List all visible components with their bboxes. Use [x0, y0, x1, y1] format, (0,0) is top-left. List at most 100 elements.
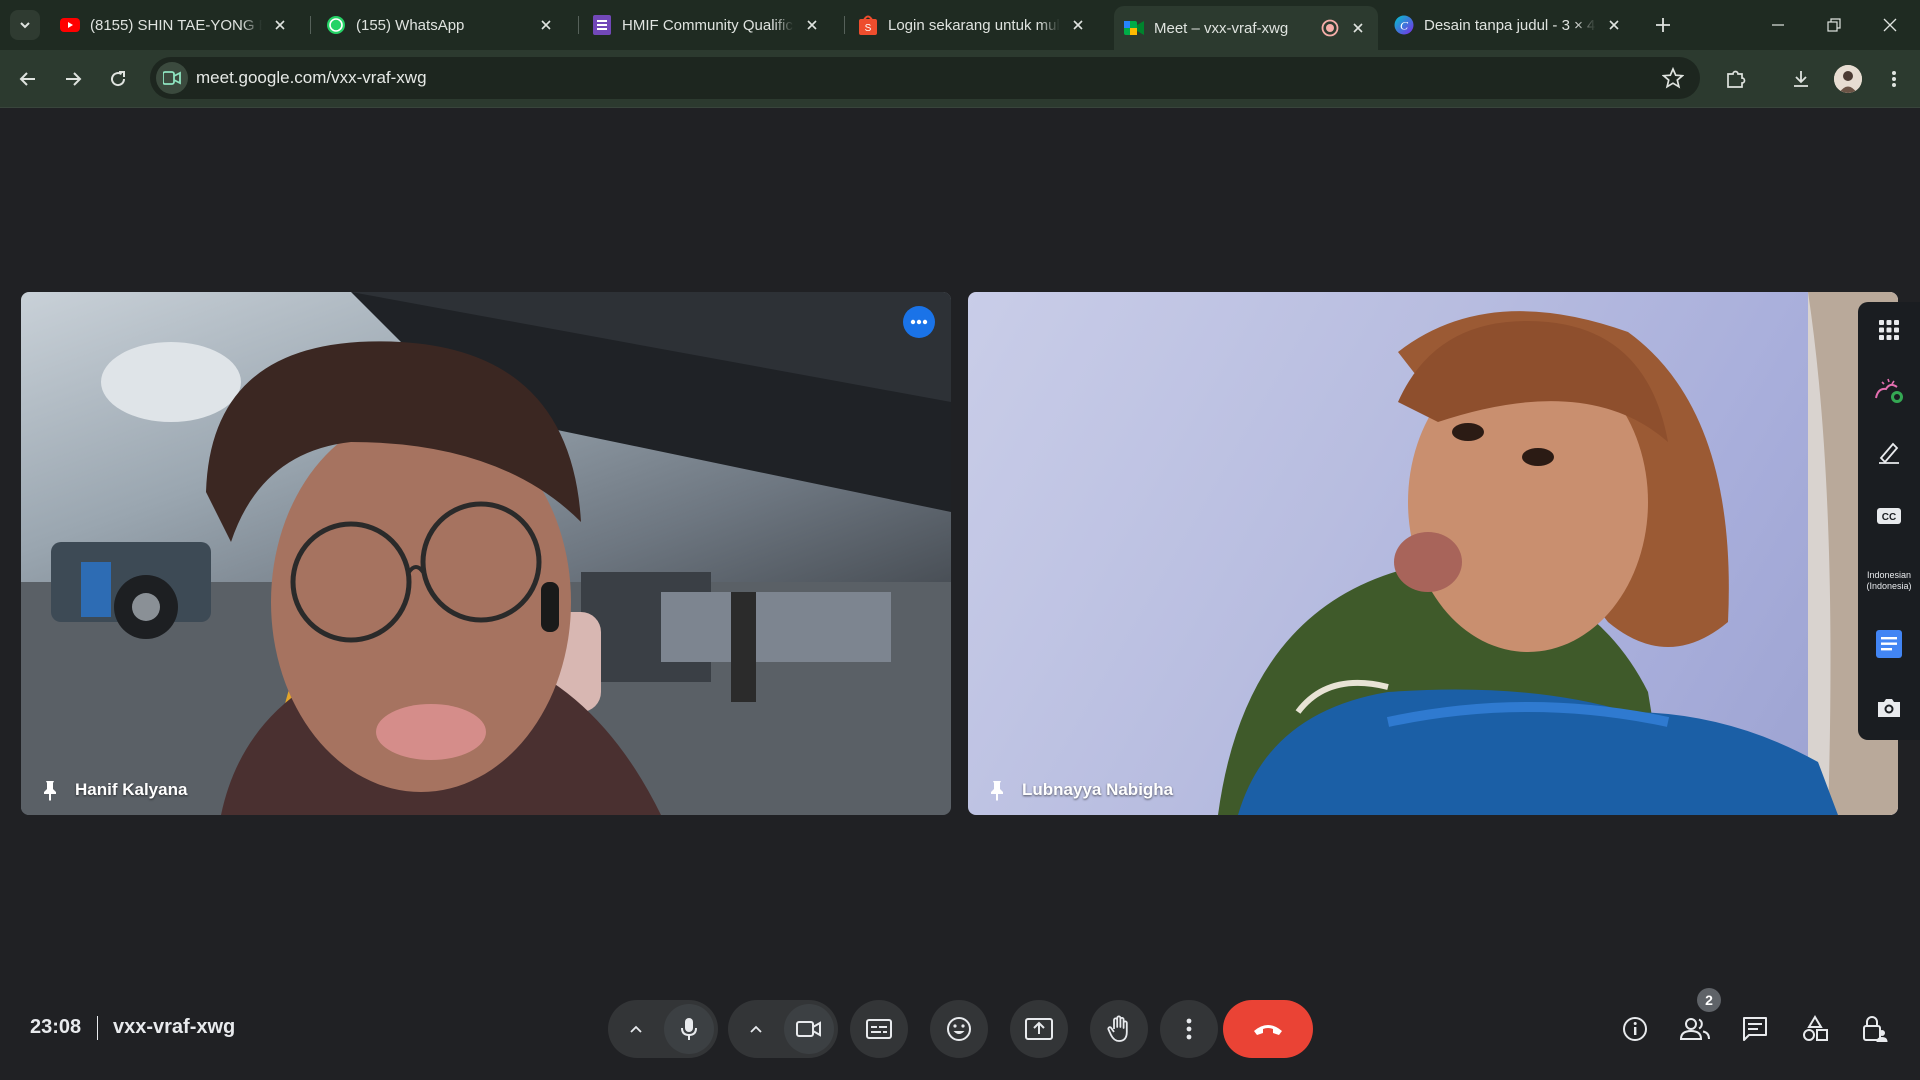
address-bar[interactable]: meet.google.com/vxx-vraf-xwg — [150, 57, 1700, 99]
whiteboard-button[interactable] — [1873, 436, 1905, 468]
tab-shop-login[interactable]: S Login sekarang untuk mula — [848, 8, 1098, 42]
people-icon — [1680, 1018, 1710, 1040]
meet-icon — [1124, 18, 1144, 38]
audio-settings-button[interactable] — [624, 1017, 648, 1041]
restore-icon — [1827, 18, 1841, 32]
tab-meet[interactable]: Meet – vxx-vraf-xwg — [1114, 6, 1378, 50]
close-icon[interactable] — [536, 15, 556, 35]
raise-hand-button[interactable] — [1090, 1000, 1148, 1058]
emoji-icon — [947, 1017, 971, 1041]
meet-stage: Hanif Kalyana Lubnayya Nabigha CC Indone… — [0, 108, 1920, 1080]
meeting-code: vxx-vraf-xwg — [113, 1016, 236, 1038]
grid-icon — [1879, 320, 1899, 340]
close-icon — [1883, 18, 1897, 32]
back-button[interactable] — [13, 64, 43, 94]
participant-count-badge: 2 — [1697, 988, 1721, 1012]
participant-name: Hanif Kalyana — [75, 780, 188, 799]
tab-whatsapp[interactable]: (155) WhatsApp — [316, 8, 566, 42]
participant-tile[interactable]: Lubnayya Nabigha — [968, 292, 1898, 815]
close-icon[interactable] — [270, 15, 290, 35]
browser-menu-button[interactable] — [1880, 65, 1908, 93]
svg-text:C: C — [1400, 19, 1409, 33]
activities-button[interactable] — [1800, 1014, 1830, 1044]
mic-button[interactable] — [664, 1004, 714, 1054]
captions-side-button[interactable]: CC — [1873, 500, 1905, 532]
site-info-button[interactable] — [156, 62, 188, 94]
reload-icon — [111, 71, 126, 87]
chevron-down-icon — [20, 22, 30, 29]
end-call-button[interactable] — [1223, 1000, 1313, 1058]
tab-search-button[interactable] — [10, 10, 40, 40]
url-text[interactable]: meet.google.com/vxx-vraf-xwg — [196, 68, 427, 88]
chat-button[interactable] — [1740, 1014, 1770, 1044]
tab-separator — [310, 16, 311, 34]
shapes-icon — [1803, 1015, 1828, 1041]
participant-name-tag: Hanif Kalyana — [39, 779, 187, 801]
restore-button[interactable] — [1814, 10, 1854, 40]
plus-icon — [1656, 18, 1670, 32]
phone-hangup-icon — [1254, 1025, 1282, 1035]
pen-icon — [1879, 442, 1899, 464]
tab-youtube[interactable]: (8155) SHIN TAE-YONG BE — [50, 8, 300, 42]
pin-icon[interactable] — [39, 779, 61, 801]
profile-avatar[interactable] — [1834, 65, 1862, 93]
pin-icon[interactable] — [986, 779, 1008, 801]
people-button[interactable] — [1680, 1014, 1710, 1044]
browser-toolbar: meet.google.com/vxx-vraf-xwg — [0, 50, 1920, 108]
new-tab-button[interactable] — [1650, 12, 1676, 38]
tab-title: Login sekarang untuk mula — [888, 16, 1060, 34]
tab-separator — [844, 16, 845, 34]
transcript-button[interactable] — [1873, 628, 1905, 660]
participant-name-tag: Lubnayya Nabigha — [986, 779, 1173, 801]
meeting-time: 23:08 — [30, 1016, 82, 1038]
meeting-details-button[interactable] — [1620, 1014, 1650, 1044]
forward-button[interactable] — [58, 64, 88, 94]
effects-icon — [1875, 378, 1903, 403]
video-settings-button[interactable] — [744, 1017, 768, 1041]
present-screen-button[interactable] — [1010, 1000, 1068, 1058]
tile-options-button[interactable] — [903, 306, 935, 338]
bookmark-star-icon[interactable] — [1662, 67, 1684, 89]
tab-title: Desain tanpa judul - 3 × 4c — [1424, 16, 1596, 34]
svg-text:S: S — [865, 23, 872, 34]
info-icon — [1623, 1017, 1647, 1041]
mic-control-group — [608, 1000, 718, 1058]
screenshot-button[interactable] — [1873, 692, 1905, 724]
close-icon[interactable] — [1604, 15, 1624, 35]
extension-side-panel: CC Indonesian (Indonesia) — [1858, 302, 1920, 740]
close-window-button[interactable] — [1870, 10, 1910, 40]
closed-captions-icon — [866, 1019, 892, 1039]
close-icon[interactable] — [1068, 15, 1088, 35]
host-controls-button[interactable] — [1860, 1014, 1890, 1044]
reactions-button[interactable] — [930, 1000, 988, 1058]
youtube-icon — [60, 15, 80, 35]
video-camera-icon — [796, 1021, 821, 1037]
hand-icon — [1107, 1015, 1128, 1042]
captions-button[interactable] — [850, 1000, 908, 1058]
camera-button[interactable] — [784, 1004, 834, 1054]
caption-language[interactable]: Indonesian (Indonesia) — [1860, 570, 1918, 592]
more-vert-icon — [1186, 1018, 1192, 1040]
tab-hmif-forms[interactable]: HMIF Community Qualifica — [582, 8, 832, 42]
arrow-right-icon — [66, 72, 82, 86]
chat-icon — [1743, 1017, 1767, 1041]
participant-video — [1218, 292, 1898, 815]
canva-icon: C — [1394, 15, 1414, 35]
chevron-up-icon — [630, 1025, 642, 1033]
close-icon[interactable] — [802, 15, 822, 35]
apps-grid-button[interactable] — [1873, 314, 1905, 346]
present-icon — [1025, 1018, 1053, 1040]
tab-separator — [578, 16, 579, 34]
minimize-button[interactable] — [1758, 10, 1798, 40]
whatsapp-icon — [326, 15, 346, 35]
close-icon[interactable] — [1348, 18, 1368, 38]
reload-button[interactable] — [103, 64, 133, 94]
tab-title: (8155) SHIN TAE-YONG BE — [90, 16, 262, 34]
avatar-icon — [1834, 65, 1862, 93]
participant-tile[interactable]: Hanif Kalyana — [21, 292, 951, 815]
extensions-button[interactable] — [1722, 65, 1750, 93]
tab-canva[interactable]: C Desain tanpa judul - 3 × 4c — [1384, 8, 1634, 42]
visual-effects-button[interactable] — [1873, 374, 1905, 406]
downloads-button[interactable] — [1787, 65, 1815, 93]
more-options-button[interactable] — [1160, 1000, 1218, 1058]
